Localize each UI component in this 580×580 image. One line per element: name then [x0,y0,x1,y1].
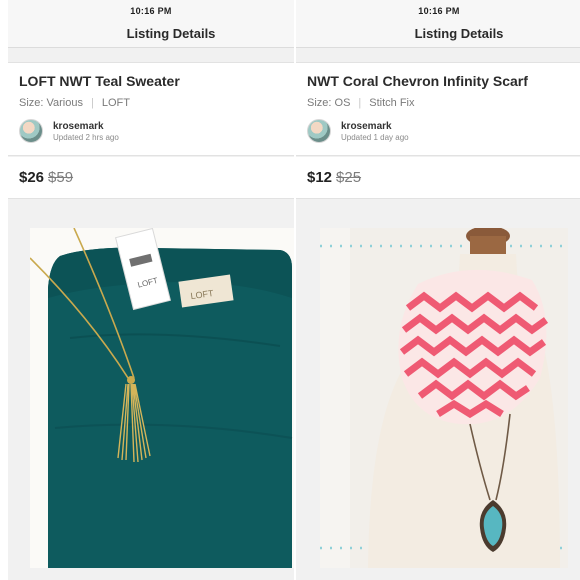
coral-scarf-image [320,228,568,568]
listing-info-card: NWT Coral Chevron Infinity Scarf Size: O… [296,62,580,156]
seller-name[interactable]: krosemark [53,121,119,132]
photo-area [296,208,580,580]
meta-divider: | [91,97,94,109]
listing-brand[interactable]: LOFT [102,97,130,109]
listing-panel-left: 10:16 PM Listing Details LOFT NWT Teal S… [8,0,294,580]
listing-photo[interactable]: LOFT LOFT [30,228,294,568]
listing-panel-right: 10:16 PM Listing Details NWT Coral Chevr… [296,0,580,580]
status-bar: 10:16 PM [8,0,294,20]
price-row: $12 $25 [296,157,580,199]
teal-sweater-image: LOFT LOFT [30,228,294,568]
listing-brand[interactable]: Stitch Fix [369,97,414,109]
status-time: 10:16 PM [130,6,172,16]
listing-title: NWT Coral Chevron Infinity Scarf [307,73,528,89]
listing-photo[interactable] [320,228,568,568]
original-price: $25 [336,169,362,186]
listing-info-card: LOFT NWT Teal Sweater Size: Various | LOFT… [8,62,294,156]
photo-area: LOFT LOFT [8,208,294,580]
price-row: $26 $59 [8,157,294,199]
price: $12 [307,169,333,186]
listing-collage: 10:16 PM Listing Details LOFT NWT Teal S… [0,0,580,580]
price: $26 [19,169,45,186]
status-bar: 10:16 PM [296,0,580,20]
nav-title: Listing Details [126,26,216,41]
seller-name[interactable]: krosemark [341,121,409,132]
listing-meta: Size: OS | Stitch Fix [307,97,571,109]
nav-title: Listing Details [414,26,504,41]
listing-title: LOFT NWT Teal Sweater [19,73,180,89]
listing-meta: Size: Various | LOFT [19,97,283,109]
meta-divider: | [358,97,362,109]
nav-bar: Listing Details [8,20,294,48]
seller-row[interactable]: krosemark Updated 2 hrs ago [19,119,283,143]
updated-time: Updated 2 hrs ago [53,132,119,142]
avatar[interactable] [307,119,331,143]
seller-row[interactable]: krosemark Updated 1 day ago [307,119,571,143]
listing-size: Size: Various [19,97,83,109]
status-time: 10:16 PM [418,6,460,16]
listing-size: Size: OS [307,97,351,109]
updated-time: Updated 1 day ago [341,132,409,142]
original-price: $59 [48,169,74,186]
nav-bar: Listing Details [296,20,580,48]
avatar[interactable] [19,119,43,143]
